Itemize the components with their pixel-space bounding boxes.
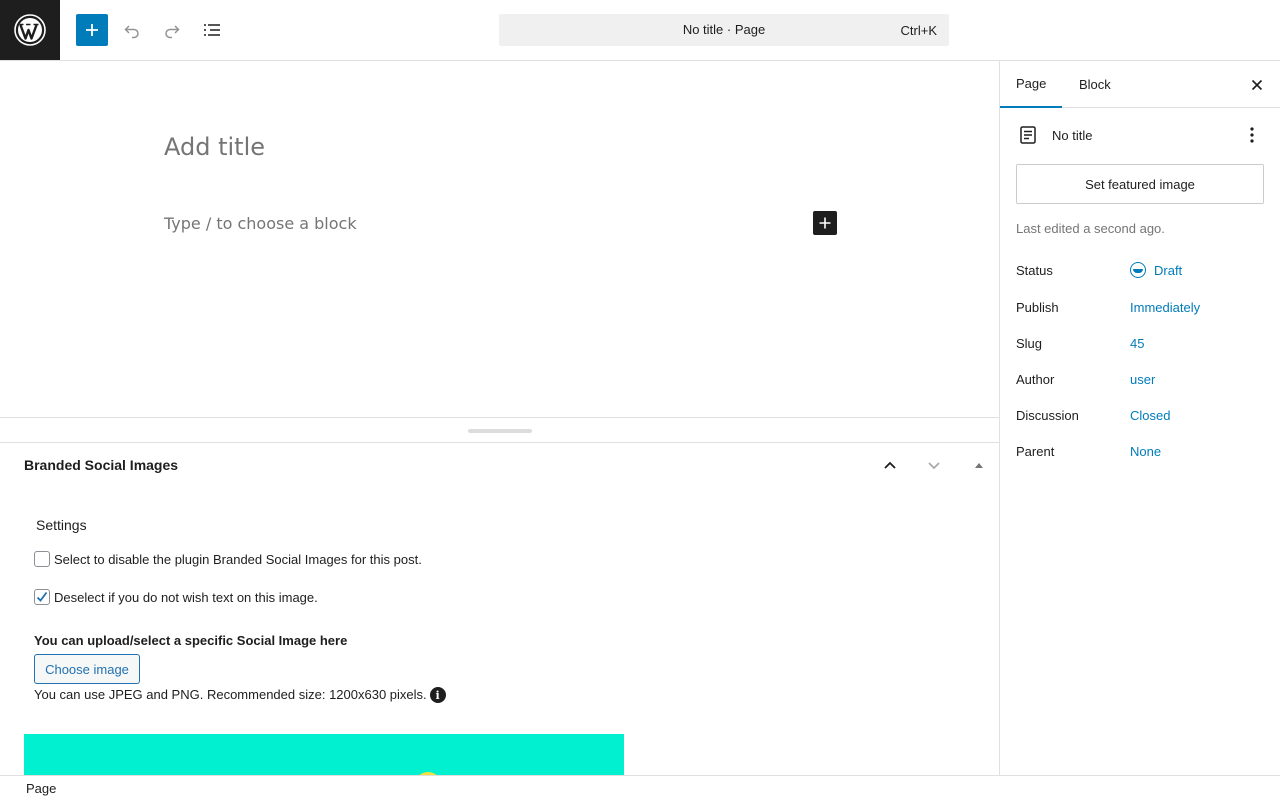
editor-canvas: Add title Type / to choose a block bbox=[0, 61, 999, 418]
document-title: No title · Page bbox=[682, 22, 766, 37]
command-palette-bar[interactable]: No title · Page Ctrl+K bbox=[499, 14, 949, 46]
upload-hint: You can use JPEG and PNG. Recommended si… bbox=[34, 685, 446, 703]
tab-block[interactable]: Block bbox=[1063, 61, 1127, 108]
settings-sidebar: Page Block No title Set featured image L… bbox=[999, 61, 1280, 775]
settings-heading: Settings bbox=[36, 517, 87, 533]
plus-icon bbox=[86, 24, 98, 36]
property-author: Author user bbox=[1016, 369, 1264, 389]
text-toggle-checkbox[interactable] bbox=[34, 589, 50, 605]
close-sidebar-button[interactable] bbox=[1245, 73, 1269, 97]
text-toggle-option: Deselect if you do not wish text on this… bbox=[34, 589, 318, 605]
property-discussion: Discussion Closed bbox=[1016, 405, 1264, 425]
document-overview-icon bbox=[204, 24, 220, 36]
property-status: Status Draft bbox=[1016, 260, 1264, 280]
redo-icon bbox=[165, 25, 180, 39]
text-toggle-label: Deselect if you do not wish text on this… bbox=[54, 589, 318, 605]
draft-status-icon bbox=[1130, 262, 1146, 278]
property-label: Slug bbox=[1016, 335, 1043, 351]
property-label: Parent bbox=[1016, 443, 1055, 459]
author-value[interactable]: user bbox=[1130, 372, 1155, 387]
social-image-preview bbox=[24, 734, 624, 775]
chevron-down-icon bbox=[928, 462, 940, 470]
disable-plugin-option: Select to disable the plugin Branded Soc… bbox=[34, 551, 422, 567]
redo-button[interactable] bbox=[156, 14, 188, 46]
status-value-text: Draft bbox=[1154, 262, 1183, 278]
sidebar-tabs: Page Block bbox=[1000, 61, 1280, 108]
property-label: Status bbox=[1016, 262, 1053, 278]
upload-label: You can upload/select a specific Social … bbox=[34, 633, 348, 648]
keyboard-shortcut: Ctrl+K bbox=[900, 23, 937, 38]
choose-image-button[interactable]: Choose image bbox=[34, 654, 140, 684]
resize-handle[interactable] bbox=[468, 429, 532, 433]
page-icon bbox=[1020, 126, 1036, 144]
triangle-up-icon bbox=[975, 463, 983, 468]
property-label: Author bbox=[1016, 371, 1055, 387]
toggle-panel-button[interactable] bbox=[967, 453, 991, 477]
plus-icon bbox=[819, 217, 831, 229]
upload-hint-text: You can use JPEG and PNG. Recommended si… bbox=[34, 686, 427, 702]
discussion-value[interactable]: Closed bbox=[1130, 408, 1170, 423]
property-parent: Parent None bbox=[1016, 441, 1264, 461]
publish-value[interactable]: Immediately bbox=[1130, 300, 1200, 315]
document-card: No title bbox=[1016, 123, 1264, 147]
block-inserter-button[interactable] bbox=[76, 14, 108, 46]
block-appender[interactable]: Type / to choose a block bbox=[164, 214, 357, 233]
editor-footer: Page bbox=[0, 775, 1280, 800]
post-title-input[interactable]: Add title bbox=[164, 133, 265, 161]
slug-value[interactable]: 45 bbox=[1130, 336, 1144, 351]
property-label: Publish bbox=[1016, 299, 1059, 315]
property-label: Discussion bbox=[1016, 407, 1079, 423]
undo-icon bbox=[124, 25, 139, 39]
info-icon[interactable]: i bbox=[429, 687, 446, 703]
branded-social-images-metabox: Branded Social Images Settings Select to… bbox=[0, 443, 999, 775]
metabox-title[interactable]: Branded Social Images bbox=[24, 457, 178, 473]
disable-plugin-label: Select to disable the plugin Branded Soc… bbox=[54, 551, 422, 567]
parent-value[interactable]: None bbox=[1130, 444, 1161, 459]
close-icon bbox=[1251, 79, 1263, 91]
set-featured-image-button[interactable]: Set featured image bbox=[1016, 164, 1264, 204]
disable-plugin-checkbox[interactable] bbox=[34, 551, 50, 567]
more-vertical-icon bbox=[1250, 127, 1254, 143]
add-block-button[interactable] bbox=[813, 211, 837, 235]
tab-page[interactable]: Page bbox=[1000, 61, 1063, 108]
status-value[interactable]: Draft bbox=[1130, 262, 1182, 278]
editor-header: No title · Page Ctrl+K bbox=[0, 0, 1280, 61]
property-slug: Slug 45 bbox=[1016, 333, 1264, 353]
checkmark-icon bbox=[36, 591, 48, 602]
wordpress-logo-icon[interactable] bbox=[0, 0, 60, 60]
metabox-resize-area bbox=[0, 417, 999, 443]
breadcrumb[interactable]: Page bbox=[26, 781, 56, 796]
move-up-button[interactable] bbox=[878, 453, 902, 477]
undo-button[interactable] bbox=[116, 14, 148, 46]
chevron-up-icon bbox=[884, 461, 896, 469]
document-card-title: No title bbox=[1052, 127, 1093, 143]
property-publish: Publish Immediately bbox=[1016, 297, 1264, 317]
document-overview-button[interactable] bbox=[196, 14, 228, 46]
last-edited-text: Last edited a second ago. bbox=[1016, 221, 1165, 236]
more-options-button[interactable] bbox=[1240, 123, 1264, 147]
move-down-button[interactable] bbox=[922, 453, 946, 477]
